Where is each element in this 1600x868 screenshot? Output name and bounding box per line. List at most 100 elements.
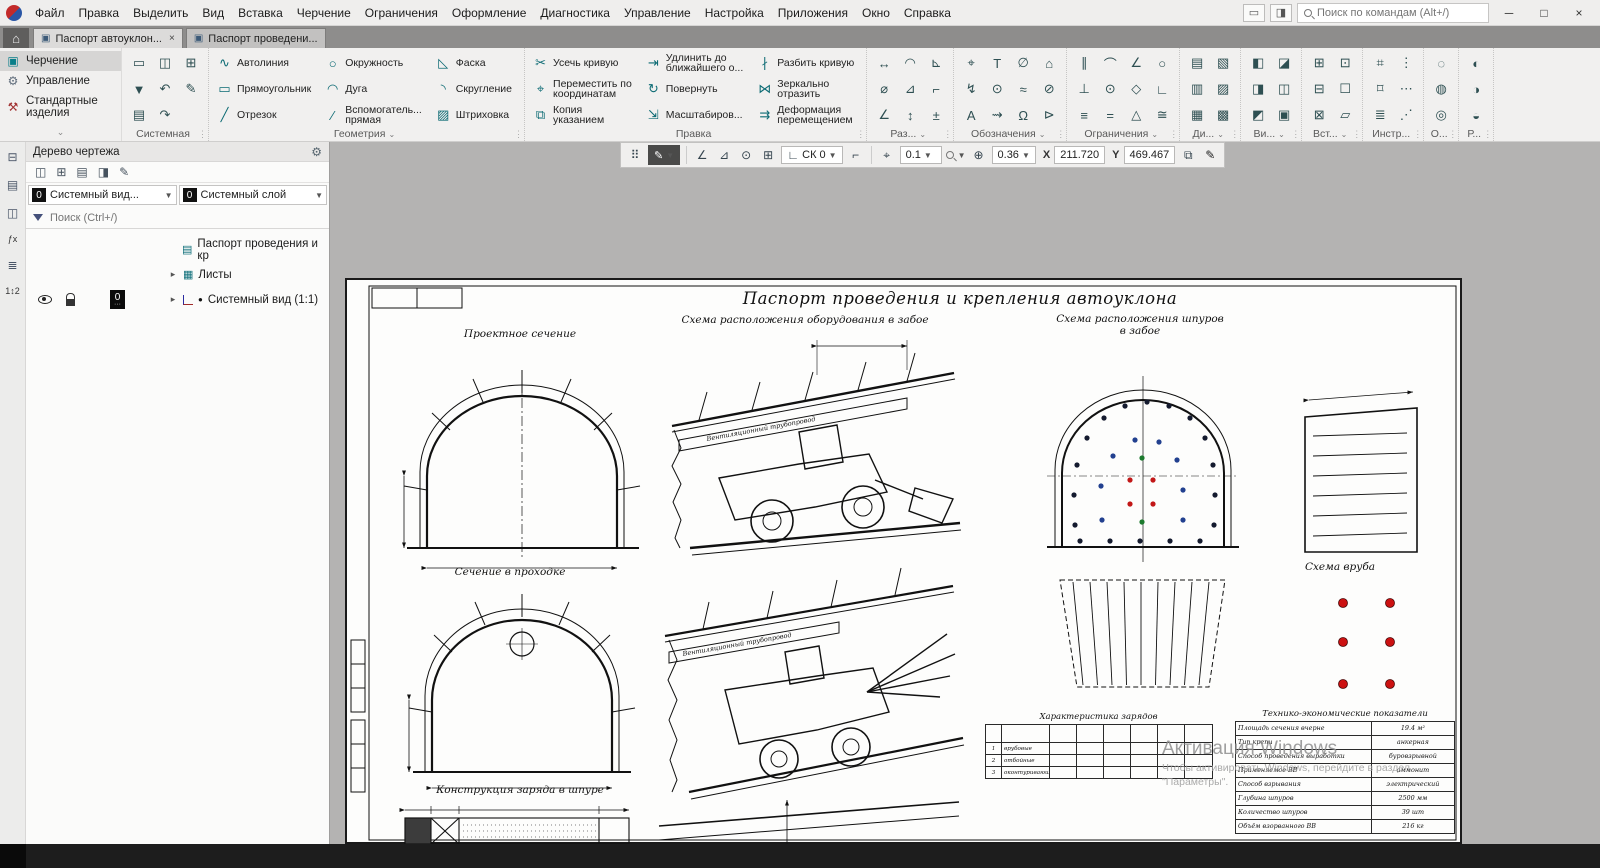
collapse-ribbon-icon[interactable]: ⌄: [0, 127, 121, 141]
menu-item[interactable]: Управление: [617, 2, 698, 24]
command-search-input[interactable]: [1317, 7, 1482, 19]
ribbon-button[interactable]: ◠Дуга: [321, 76, 430, 102]
ribbon-icon[interactable]: ⊙: [984, 76, 1010, 102]
fx-variables-icon[interactable]: ƒx: [4, 234, 22, 244]
close-button[interactable]: ×: [1564, 3, 1594, 23]
ribbon-icon[interactable]: ▧: [1210, 50, 1236, 76]
ribbon-button[interactable]: ▨Штриховка: [432, 102, 520, 128]
view-switch-icon[interactable]: 1↕2: [4, 286, 22, 296]
tree-search-input[interactable]: [50, 212, 322, 224]
ribbon-icon[interactable]: △: [1123, 102, 1149, 128]
ribbon-icon[interactable]: ▨: [1210, 76, 1236, 102]
coordinate-system-dropdown[interactable]: ∟ СК 0▼: [781, 146, 842, 164]
ribbon-icon[interactable]: ◨: [1245, 76, 1271, 102]
ribbon-group-label[interactable]: Ви...⌄: [1241, 128, 1301, 141]
ribbon-icon[interactable]: ⌒: [1097, 50, 1123, 76]
tree-tool-icon-3[interactable]: ◨: [98, 165, 109, 179]
menu-item[interactable]: Приложения: [771, 2, 855, 24]
ribbon-button[interactable]: ∕Вспомогатель... прямая: [321, 102, 430, 128]
menu-item[interactable]: Диагностика: [533, 2, 617, 24]
expand-arrow-icon[interactable]: ▸: [168, 294, 178, 305]
command-search[interactable]: [1297, 3, 1489, 23]
ribbon-icon[interactable]: ⊾: [923, 50, 949, 76]
tab-close-icon[interactable]: ×: [169, 33, 175, 44]
ribbon-icon[interactable]: ∠: [871, 102, 897, 128]
ribbon-icon[interactable]: ▥: [1184, 76, 1210, 102]
tree-search[interactable]: [26, 207, 329, 229]
menu-item[interactable]: Черчение: [290, 2, 358, 24]
ribbon-icon[interactable]: ◌: [1428, 50, 1454, 76]
ribbon-button[interactable]: ✂Усечь кривую: [529, 50, 640, 76]
zoom-plus-icon[interactable]: ⊕: [970, 148, 988, 162]
ribbon-icon[interactable]: ☐: [1332, 76, 1358, 102]
edit-pencil-icon[interactable]: ✎: [1201, 148, 1219, 162]
ribbon-icon[interactable]: ⌀: [871, 76, 897, 102]
ribbon-button[interactable]: ╱Отрезок: [213, 102, 319, 128]
menu-item[interactable]: Вставка: [231, 2, 290, 24]
ribbon-button[interactable]: ⧉Копия указанием: [529, 102, 640, 128]
ribbon-button[interactable]: ⋈Зеркально отразить: [753, 76, 862, 102]
ribbon-button[interactable]: ⇥Удлинить до ближайшего о...: [642, 50, 751, 76]
ribbon-button[interactable]: ⌖Переместить по координатам: [529, 76, 640, 102]
ribbon-icon[interactable]: ⊙: [1097, 76, 1123, 102]
ribbon-icon[interactable]: ↕: [897, 102, 923, 128]
ribbon-group-label[interactable]: Обозначения⌄: [954, 128, 1066, 141]
menu-item[interactable]: Оформление: [445, 2, 533, 24]
ribbon-group-label[interactable]: Системная: [122, 128, 208, 141]
ribbon-icon[interactable]: ∠: [1123, 50, 1149, 76]
menu-item[interactable]: Файл: [28, 2, 72, 24]
ribbon-button[interactable]: ∿Автолиния: [213, 50, 319, 76]
menu-item[interactable]: Справка: [897, 2, 958, 24]
tree-item-sheets[interactable]: ▸ ▦ Листы: [26, 262, 329, 287]
ribbon-icon[interactable]: ▦: [1184, 102, 1210, 128]
ribbon-icon[interactable]: ⌐: [923, 76, 949, 102]
tree-tool-icon-0[interactable]: ◫: [35, 165, 46, 179]
ribbon-icon[interactable]: ⊥: [1071, 76, 1097, 102]
ribbon-icon[interactable]: A: [958, 102, 984, 128]
ribbon-icon[interactable]: ◒: [1463, 102, 1489, 128]
ribbon-icon[interactable]: ⌂: [1036, 50, 1062, 76]
ribbon-icon[interactable]: ≈: [1010, 76, 1036, 102]
angle-snap-icon[interactable]: ∠: [693, 148, 711, 162]
ribbon-icon[interactable]: ◫: [1271, 76, 1297, 102]
layer-number-badge[interactable]: 0: [110, 290, 125, 309]
ribbon-button[interactable]: ○Окружность: [321, 50, 430, 76]
menu-item[interactable]: Правка: [72, 2, 127, 24]
ribbon-group-label[interactable]: Ди...⌄: [1180, 128, 1240, 141]
ribbon-icon[interactable]: ⌗: [1367, 50, 1393, 76]
ribbon-button[interactable]: ⇉Деформация перемещением: [753, 102, 862, 128]
ribbon-icon[interactable]: ⊿: [897, 76, 923, 102]
ribbon-icon[interactable]: ⊟: [1306, 76, 1332, 102]
ribbon-button[interactable]: ∤Разбить кривую: [753, 50, 862, 76]
ribbon-icon[interactable]: ▱: [1332, 102, 1358, 128]
ribbon-icon[interactable]: ◩: [1245, 102, 1271, 128]
layers-panel-icon[interactable]: ◫: [4, 206, 22, 220]
ribbon-icon[interactable]: Ω: [1010, 102, 1036, 128]
menu-item[interactable]: Ограничения: [358, 2, 445, 24]
ribbon-button[interactable]: ◝Скругление: [432, 76, 520, 102]
drag-handle-icon[interactable]: ⠿: [626, 148, 644, 162]
interface-layout-icon[interactable]: ▭: [1243, 4, 1265, 22]
ribbon-icon[interactable]: ◍: [1428, 76, 1454, 102]
ribbon-icon[interactable]: ⊘: [1036, 76, 1062, 102]
ribbon-button[interactable]: ▭Прямоугольник: [213, 76, 319, 102]
ribbon-group-label[interactable]: Правка: [525, 128, 866, 141]
ribbon-group-label[interactable]: Вст...⌄: [1302, 128, 1362, 141]
ribbon-icon[interactable]: ⊡: [1332, 50, 1358, 76]
cursor-step-field[interactable]: 0.1▼: [900, 146, 942, 164]
ribbon-icon[interactable]: ↯: [958, 76, 984, 102]
ribbon-icon[interactable]: ⊳: [1036, 102, 1062, 128]
ribbon-icon[interactable]: ⊞: [1306, 50, 1332, 76]
maximize-button[interactable]: □: [1529, 3, 1559, 23]
ribbon-group-label[interactable]: Ограничения⌄: [1067, 128, 1179, 141]
ribbon-group-label[interactable]: Геометрия⌄: [209, 128, 524, 141]
ribbon-button[interactable]: ⇲Масштабиров...: [642, 102, 751, 128]
ribbon-group-label[interactable]: О...: [1424, 128, 1458, 141]
ribbon-icon[interactable]: ◪: [1271, 50, 1297, 76]
ribbon-icon[interactable]: ↷: [152, 102, 178, 128]
lock-icon[interactable]: [66, 299, 75, 306]
ribbon-icon[interactable]: ≣: [1367, 102, 1393, 128]
gear-icon[interactable]: ⚙: [311, 145, 322, 159]
ribbon-group-label[interactable]: Инстр...: [1363, 128, 1423, 141]
parameters-panel-icon[interactable]: ▤: [4, 178, 22, 192]
